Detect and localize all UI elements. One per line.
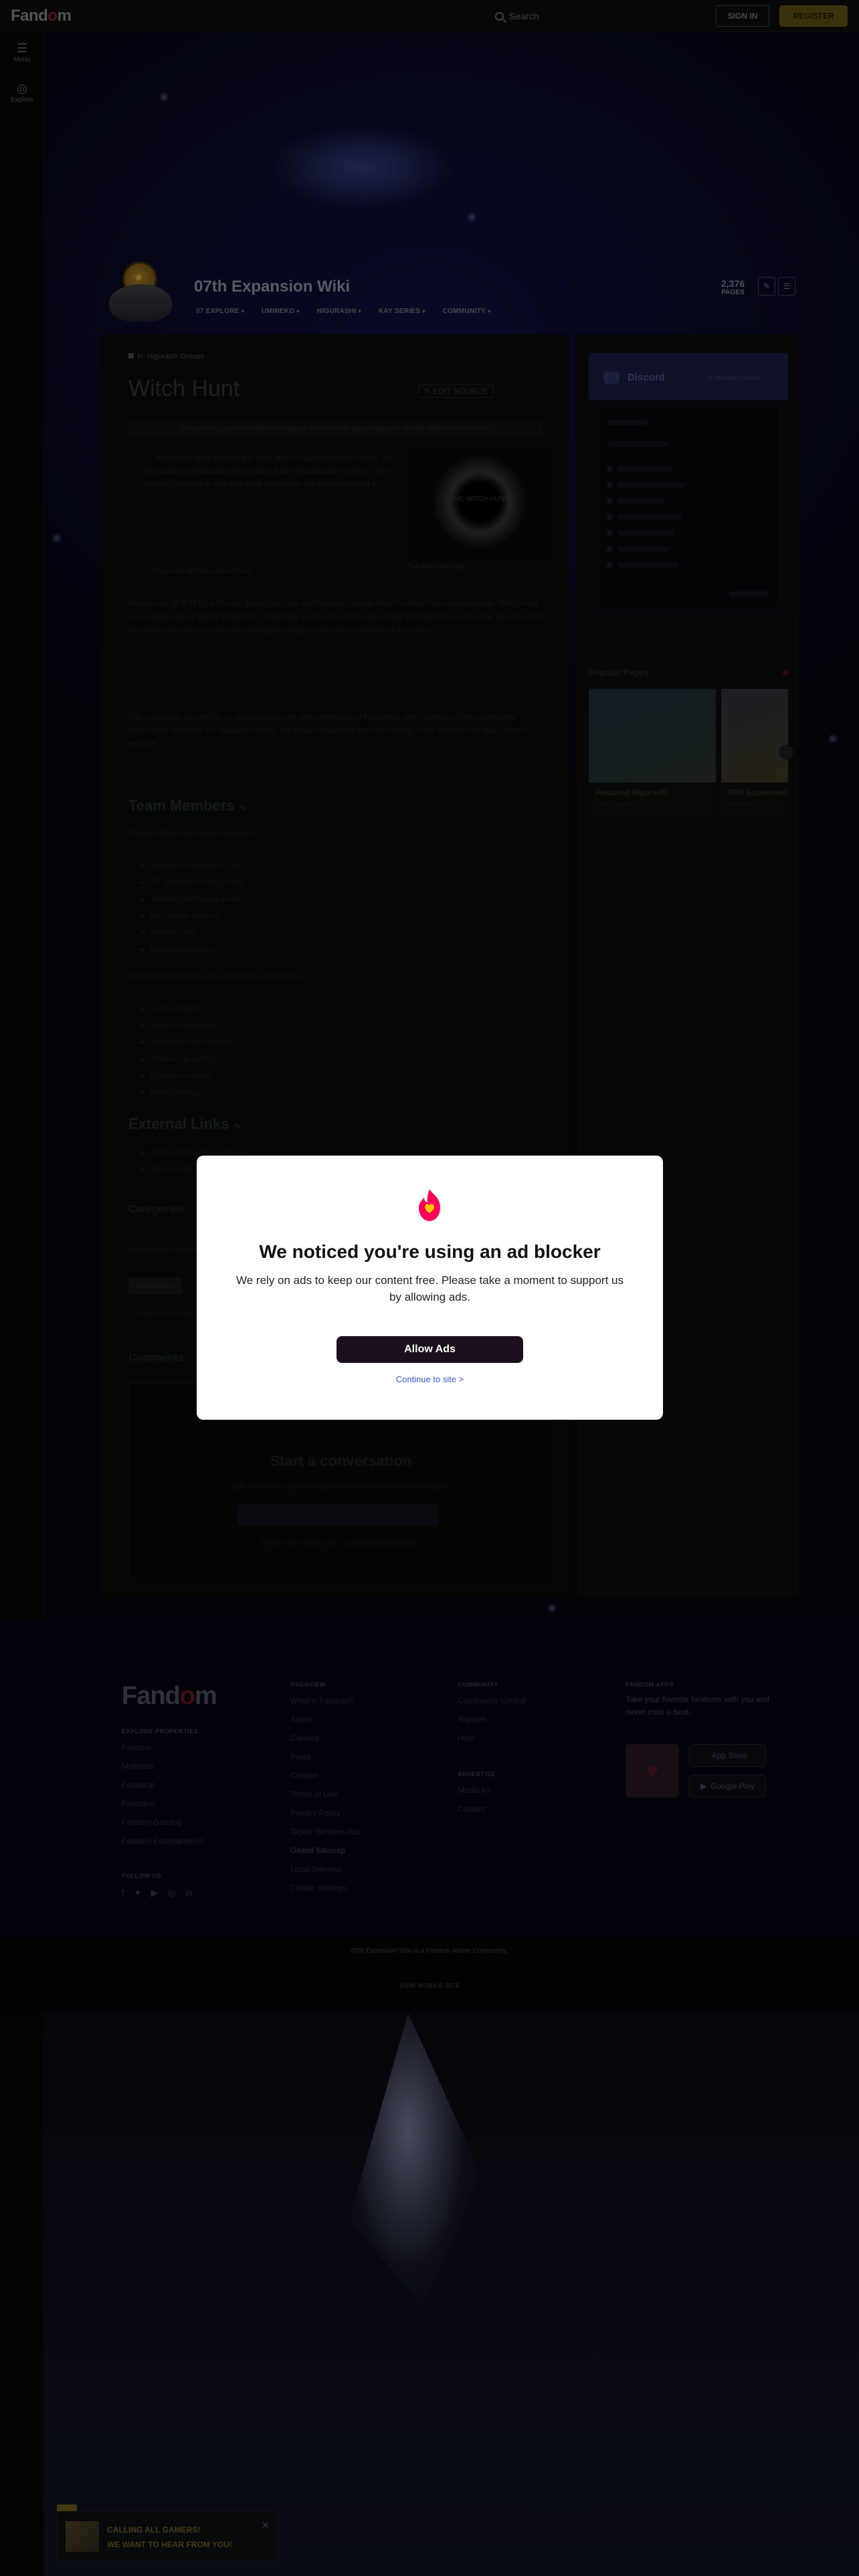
allow-ads-button[interactable]: Allow Ads [337, 1336, 523, 1363]
continue-to-site-link[interactable]: Continue to site > [197, 1374, 663, 1384]
ad-blocker-modal: We noticed you're using an ad blocker We… [197, 1156, 663, 1420]
modal-description: We rely on ads to keep our content free.… [236, 1274, 624, 1303]
modal-title: We noticed you're using an ad blocker [259, 1241, 601, 1262]
fandom-heart-icon [419, 1189, 440, 1221]
